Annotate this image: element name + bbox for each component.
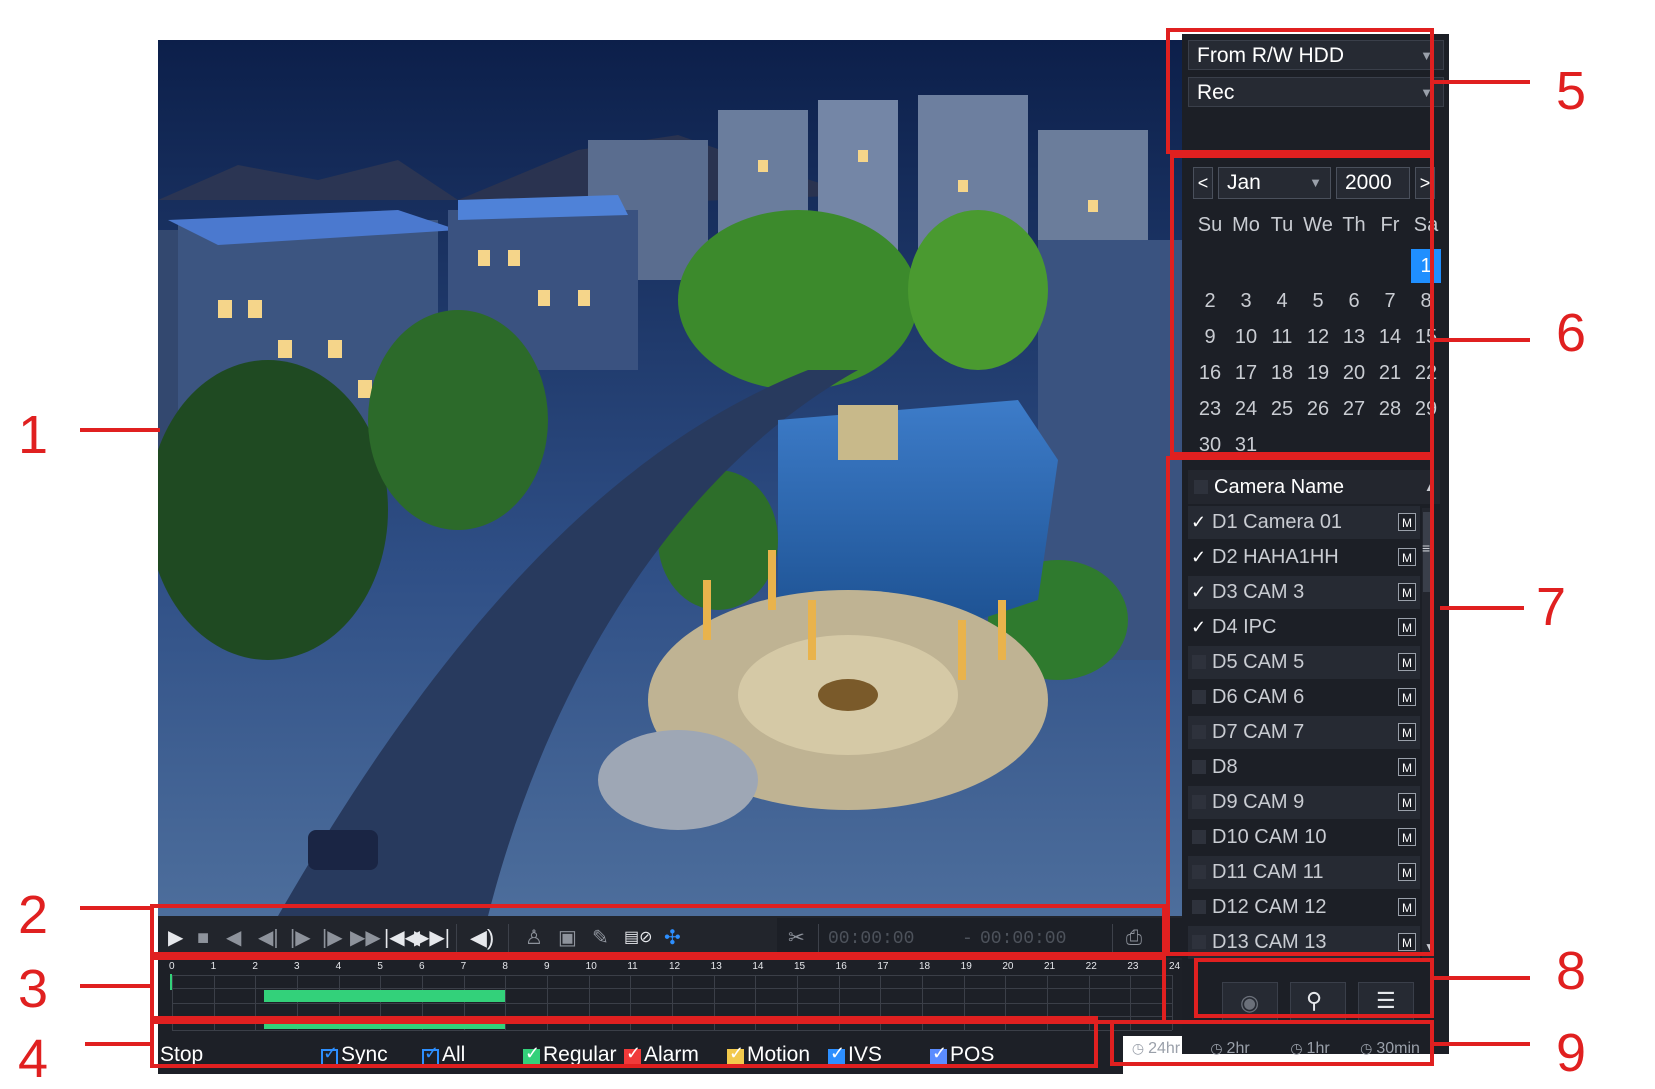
callout-number-8: 8 <box>1556 941 1587 1001</box>
callout-box-4 <box>150 1016 1098 1068</box>
callout-box-3 <box>150 956 1166 1024</box>
callout-number-5: 5 <box>1556 61 1587 121</box>
callout-line-3 <box>80 984 152 988</box>
callout-number-1: 1 <box>18 405 49 465</box>
video-frame-image <box>158 40 1182 916</box>
callout-line-2 <box>80 906 152 910</box>
callout-box-2 <box>150 904 1166 956</box>
callout-number-4: 4 <box>18 1029 49 1089</box>
callout-line-9 <box>1434 1042 1530 1046</box>
callout-box-6 <box>1170 154 1434 456</box>
callout-line-8 <box>1434 976 1530 980</box>
callout-number-7: 7 <box>1536 577 1567 637</box>
callout-box-5 <box>1166 28 1434 154</box>
callout-line-7 <box>1440 606 1524 610</box>
callout-box-7 <box>1166 456 1434 956</box>
callout-line-5 <box>1434 80 1530 84</box>
callout-box-9 <box>1110 1020 1434 1066</box>
callout-line-1 <box>80 428 160 432</box>
callout-box-8 <box>1194 958 1434 1018</box>
callout-number-2: 2 <box>18 885 49 945</box>
playback-video[interactable] <box>158 40 1182 916</box>
callout-number-9: 9 <box>1556 1023 1587 1083</box>
callout-number-3: 3 <box>18 959 49 1019</box>
hour-label: 24 <box>1169 961 1181 972</box>
callout-line-6 <box>1434 338 1530 342</box>
callout-number-6: 6 <box>1556 303 1587 363</box>
callout-line-4 <box>85 1042 152 1046</box>
